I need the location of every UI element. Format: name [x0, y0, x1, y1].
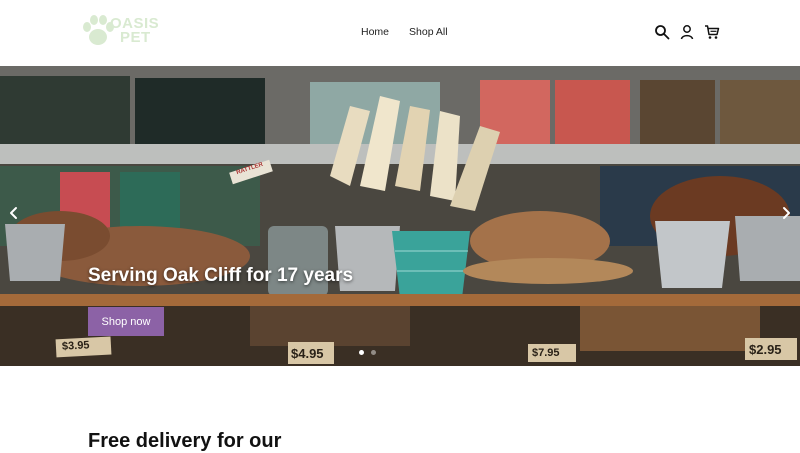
chevron-right-icon[interactable] [778, 205, 794, 221]
slide-dot-1[interactable] [359, 350, 364, 355]
logo[interactable]: OASIS PET [80, 13, 160, 53]
price-tag: $2.95 [749, 342, 782, 357]
shop-now-button[interactable]: Shop now [88, 307, 164, 336]
main-nav: Home Shop All [361, 26, 448, 38]
nav-link-shop-all[interactable]: Shop All [409, 26, 448, 38]
account-icon[interactable] [679, 24, 695, 40]
slide-dot-2[interactable] [371, 350, 376, 355]
nav-link-home[interactable]: Home [361, 26, 389, 38]
price-tag: $7.95 [532, 347, 560, 359]
chevron-left-icon[interactable] [6, 205, 22, 221]
header-icons [654, 24, 720, 40]
logo-text: OASIS PET [110, 16, 159, 46]
logo-text-line2: PET [120, 29, 151, 46]
hero-banner: $3.95 $4.95 $7.95 $2.95 RATTLER Serving … [0, 66, 800, 366]
search-icon[interactable] [654, 24, 670, 40]
price-tag: $3.95 [61, 339, 90, 353]
cart-icon[interactable] [704, 24, 720, 40]
price-tag: $4.95 [291, 346, 324, 361]
slide-indicators [359, 350, 376, 355]
site-header: OASIS PET Home Shop All [0, 0, 800, 66]
hero-title: Serving Oak Cliff for 17 years [88, 265, 354, 286]
